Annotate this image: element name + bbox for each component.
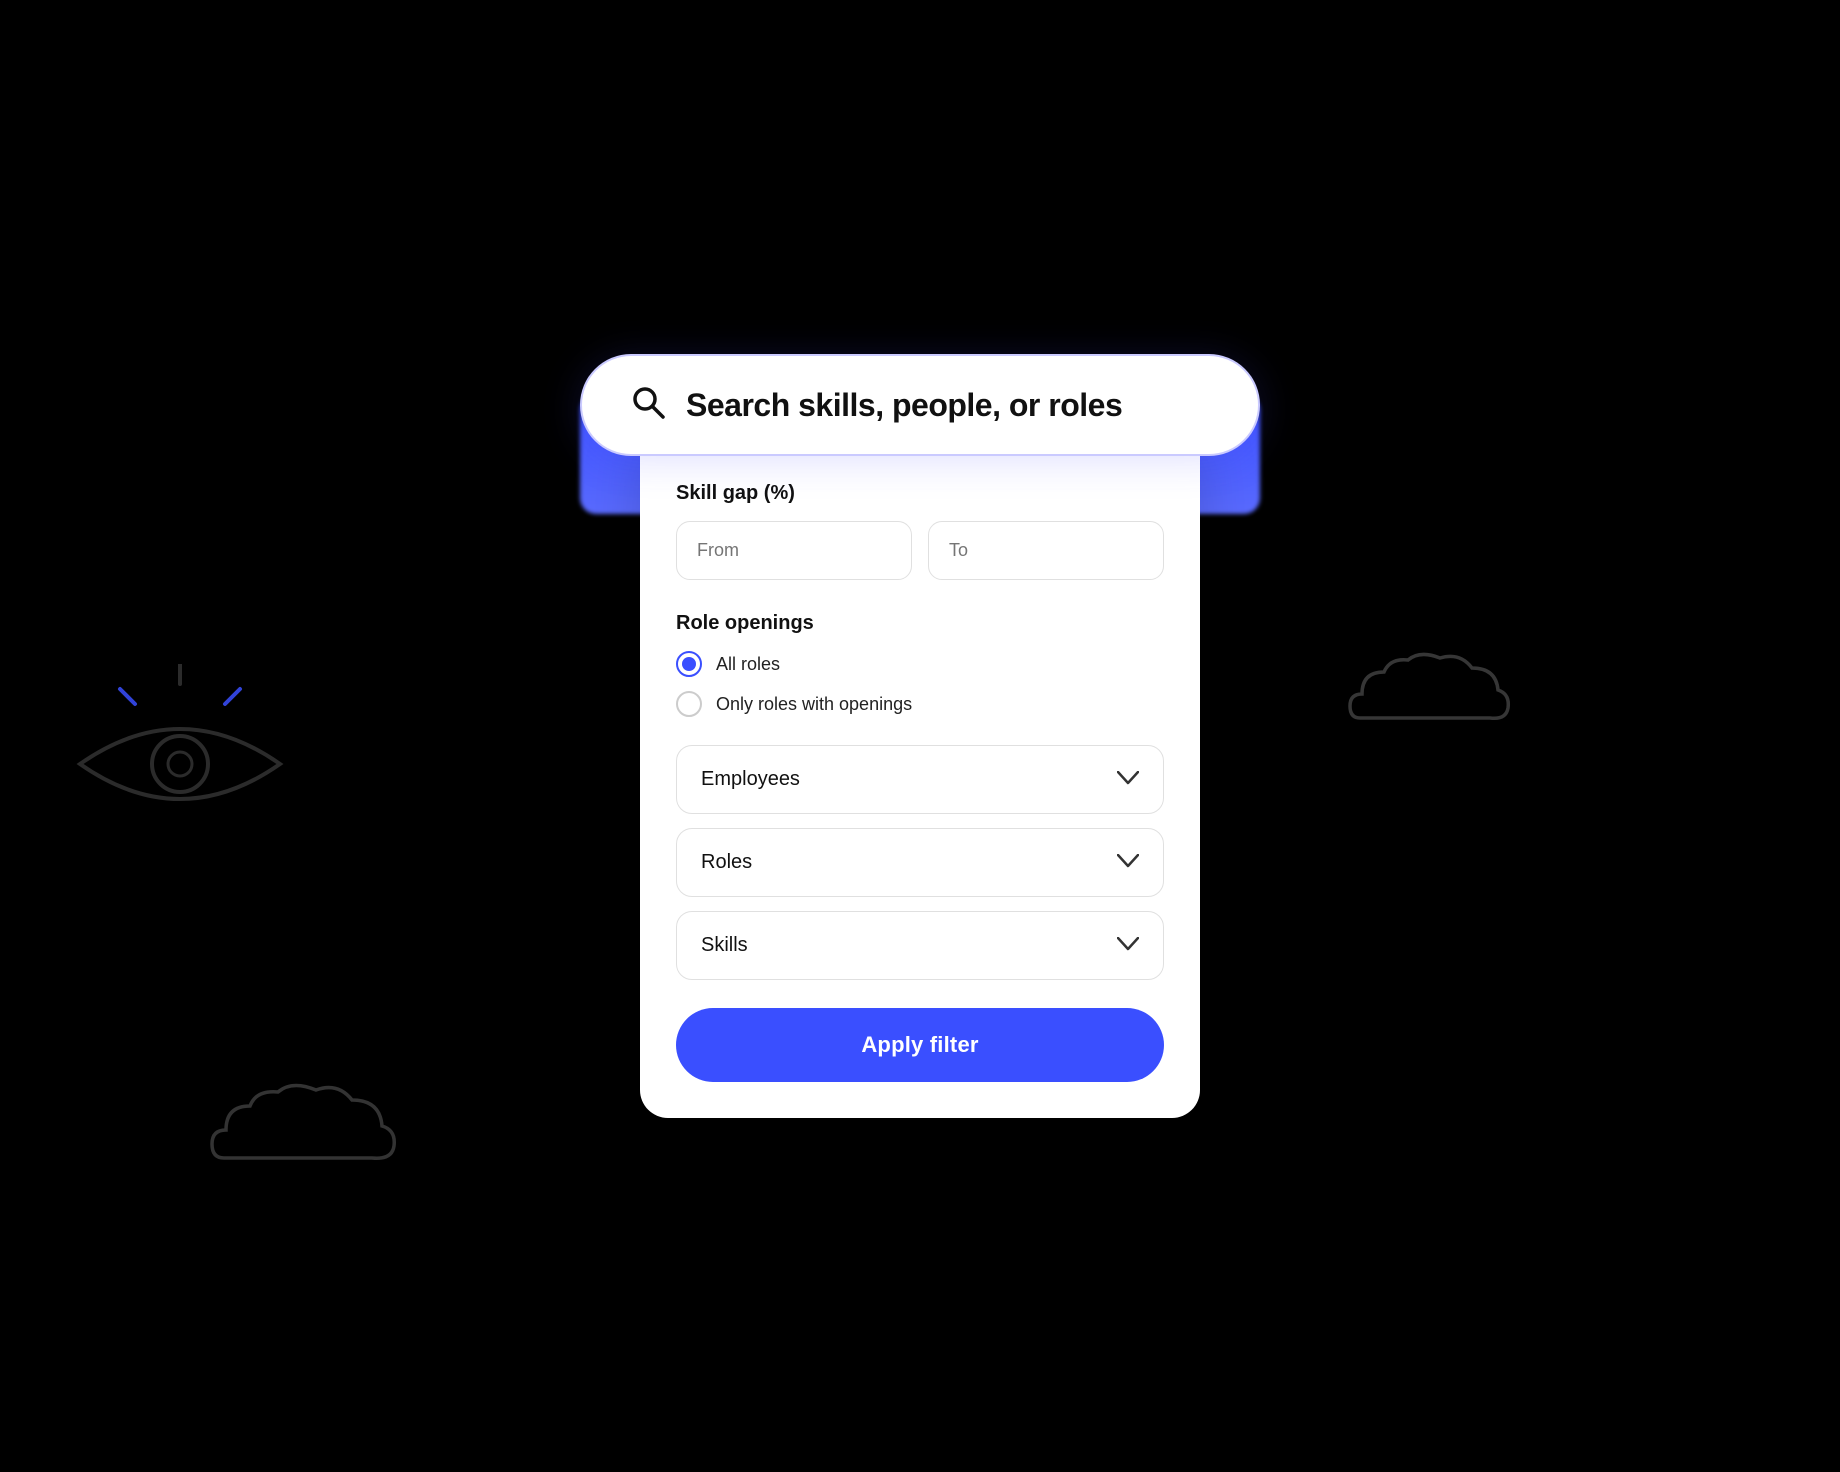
- search-bar[interactable]: Search skills, people, or roles: [580, 354, 1260, 456]
- roles-chevron-icon: [1117, 851, 1139, 874]
- decorative-cloud-top-right: [1340, 648, 1520, 738]
- radio-option-all-roles[interactable]: All roles: [676, 651, 1164, 677]
- skills-dropdown-label: Skills: [701, 934, 748, 957]
- radio-label-all-roles: All roles: [716, 654, 780, 675]
- roles-dropdown-label: Roles: [701, 851, 752, 874]
- skill-gap-section: Skill gap (%): [676, 482, 1164, 580]
- employees-chevron-icon: [1117, 768, 1139, 791]
- skills-dropdown[interactable]: Skills: [676, 911, 1164, 980]
- employees-dropdown-label: Employees: [701, 768, 800, 791]
- skill-gap-label: Skill gap (%): [676, 482, 1164, 505]
- decorative-eye: [60, 664, 300, 844]
- apply-filter-button[interactable]: Apply filter: [676, 1008, 1164, 1082]
- radio-option-only-openings[interactable]: Only roles with openings: [676, 691, 1164, 717]
- search-icon: [630, 384, 666, 426]
- dropdowns-section: Employees Roles Skills: [676, 745, 1164, 980]
- main-container: Search skills, people, or roles Skill ga…: [580, 354, 1260, 1118]
- radio-button-all-roles[interactable]: [676, 651, 702, 677]
- skill-gap-row: [676, 521, 1164, 580]
- role-openings-label: Role openings: [676, 612, 1164, 635]
- decorative-cloud-bottom-left: [200, 1078, 420, 1178]
- employees-dropdown[interactable]: Employees: [676, 745, 1164, 814]
- skill-gap-from-input[interactable]: [676, 521, 912, 580]
- skill-gap-to-input[interactable]: [928, 521, 1164, 580]
- search-placeholder-text: Search skills, people, or roles: [686, 387, 1122, 424]
- filter-panel: Skill gap (%) Role openings All roles On…: [640, 426, 1200, 1118]
- radio-button-only-openings[interactable]: [676, 691, 702, 717]
- skills-chevron-icon: [1117, 934, 1139, 957]
- role-openings-section: Role openings All roles Only roles with …: [676, 612, 1164, 717]
- radio-group: All roles Only roles with openings: [676, 651, 1164, 717]
- roles-dropdown[interactable]: Roles: [676, 828, 1164, 897]
- radio-label-only-openings: Only roles with openings: [716, 694, 912, 715]
